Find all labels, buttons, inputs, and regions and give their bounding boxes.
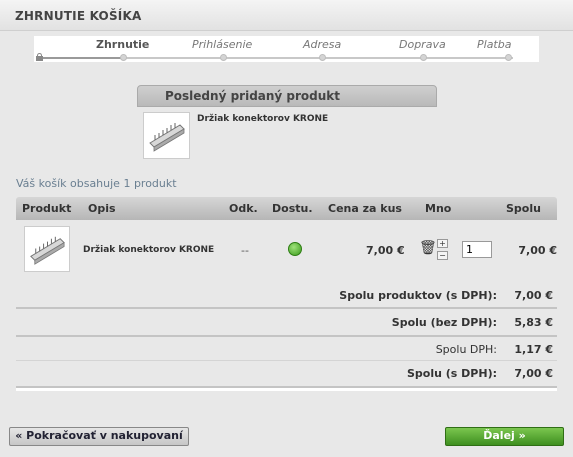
product-name-link[interactable]: Držiak konektorov KRONE xyxy=(83,245,214,255)
last-added-heading: Posledný pridaný produkt xyxy=(165,89,341,103)
quantity-stepper: + − xyxy=(437,239,449,263)
quantity-input[interactable] xyxy=(462,241,492,258)
page-title: ZHRNUTIE KOŠÍKA xyxy=(15,9,142,23)
lock-icon xyxy=(36,53,43,61)
last-added-header: Posledný pridaný produkt xyxy=(137,85,437,107)
step-summary[interactable]: Zhrnutie xyxy=(96,38,149,51)
cart-count-text: Váš košík obsahuje 1 produkt xyxy=(16,177,177,190)
summary-divider xyxy=(16,307,557,309)
summary-value: 7,00 € xyxy=(514,367,553,380)
col-availability: Dostu. xyxy=(272,202,313,215)
summary-value: 7,00 € xyxy=(514,289,553,302)
summary-divider xyxy=(16,335,557,337)
unit-price: 7,00 € xyxy=(366,244,405,257)
col-total: Spolu xyxy=(506,202,541,215)
col-description: Opis xyxy=(88,202,116,215)
step-login[interactable]: Prihlásenie xyxy=(192,38,252,51)
summary-label: Spolu produktov (s DPH): xyxy=(339,289,497,302)
page-header: ZHRNUTIE KOŠÍKA xyxy=(0,0,573,31)
step-payment-dot xyxy=(505,54,512,61)
minus-icon[interactable]: − xyxy=(437,251,448,260)
col-reference: Odk. xyxy=(229,202,258,215)
last-added-product-name[interactable]: Držiak konektorov KRONE xyxy=(197,114,328,124)
step-login-dot xyxy=(220,54,227,61)
step-payment[interactable]: Platba xyxy=(477,38,511,51)
step-address-dot xyxy=(319,54,326,61)
table-row: Držiak konektorov KRONE -- 7,00 € 🗑 + − … xyxy=(16,220,557,280)
plus-icon[interactable]: + xyxy=(437,239,448,248)
summary-label: Spolu (bez DPH): xyxy=(391,316,497,329)
step-summary-dot xyxy=(120,54,127,61)
col-product: Produkt xyxy=(22,202,72,215)
summary-value: 1,17 € xyxy=(514,343,553,356)
summary-divider xyxy=(16,360,557,361)
row-total: 7,00 € xyxy=(518,244,557,257)
summary-value: 5,83 € xyxy=(514,316,553,329)
steps-track-progress xyxy=(38,57,125,59)
continue-shopping-button[interactable]: « Pokračovať v nakupovaní xyxy=(9,427,189,446)
step-address[interactable]: Adresa xyxy=(303,38,341,51)
cart-table-header: Produkt Opis Odk. Dostu. Cena za kus Mno… xyxy=(16,197,557,220)
next-button[interactable]: Ďalej » xyxy=(445,427,564,446)
last-added-thumbnail[interactable] xyxy=(143,112,190,159)
col-quantity: Mno xyxy=(425,202,452,215)
availability-dot-icon xyxy=(288,242,302,256)
step-shipping-dot xyxy=(420,54,427,61)
summary-footer-bar xyxy=(16,388,557,391)
col-unit-price: Cena za kus xyxy=(328,202,402,215)
summary-label: Spolu (s DPH): xyxy=(406,367,497,380)
checkout-steps: Zhrnutie Prihlásenie Adresa Doprava Plat… xyxy=(34,36,539,62)
summary-label: Spolu DPH: xyxy=(435,343,497,356)
product-thumbnail[interactable] xyxy=(24,226,70,272)
trash-icon[interactable]: 🗑 xyxy=(419,241,437,255)
product-reference: -- xyxy=(241,244,249,257)
step-shipping[interactable]: Doprava xyxy=(399,38,446,51)
